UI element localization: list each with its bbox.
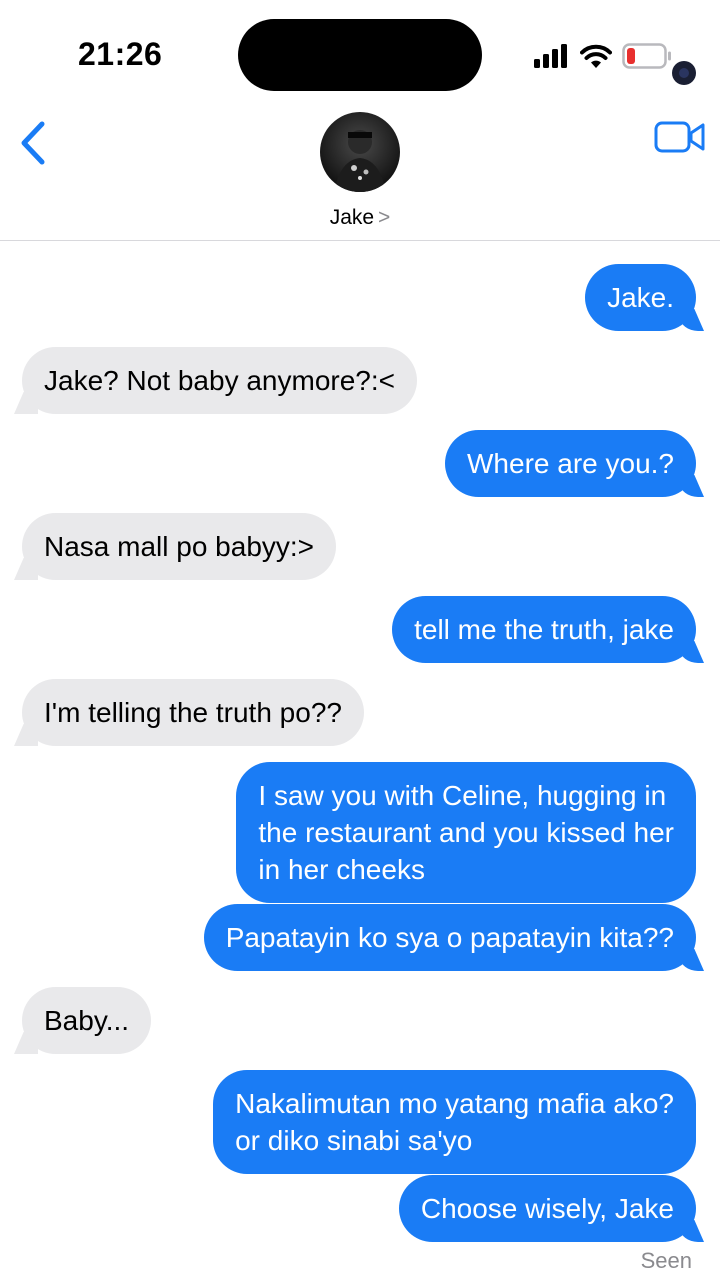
back-chevron-icon[interactable]	[14, 118, 54, 168]
message-bubble: Jake.	[585, 264, 696, 331]
video-camera-icon[interactable]	[654, 120, 706, 154]
contact-name-label: Jake	[329, 206, 375, 229]
message-bubble: Papatayin ko sya o papatayin kita??	[203, 904, 696, 971]
status-icons	[534, 40, 672, 72]
message-received[interactable]: Nasa mall po babyy:>	[22, 513, 337, 580]
battery-icon	[622, 43, 671, 69]
message-bubble: I saw you with Celine, hugging in the re…	[236, 762, 696, 903]
signal-icon	[534, 44, 567, 68]
message-sent[interactable]: Jake.	[585, 264, 696, 331]
message-bubble: Choose wisely, Jake	[398, 1175, 696, 1242]
message-sent[interactable]: Papatayin ko sya o papatayin kita??	[203, 904, 696, 971]
status-time: 21:26	[78, 36, 163, 72]
message-sent[interactable]: Choose wisely, Jake	[398, 1175, 696, 1242]
message-line: Nakalimutan mo yatang mafia ako?	[235, 1088, 674, 1119]
message-line: I saw you with Celine, hugging in	[258, 780, 667, 811]
message-bubble: tell me the truth, jake	[392, 596, 696, 663]
read-receipt: Seen	[640, 1248, 692, 1273]
avatar[interactable]	[320, 112, 400, 192]
message-sent[interactable]: I saw you with Celine, hugging in the re…	[236, 762, 696, 903]
message-bubble: Nasa mall po babyy:>	[22, 513, 337, 580]
front-camera-icon	[672, 61, 696, 85]
message-received[interactable]: Jake? Not baby anymore?:<	[22, 347, 417, 414]
message-line: or diko sinabi sa'yo	[235, 1125, 473, 1156]
message-bubble: Where are you.?	[445, 430, 696, 497]
message-line: in her cheeks	[258, 854, 425, 885]
message-sent[interactable]: Nakalimutan mo yatang mafia ako? or diko…	[213, 1070, 696, 1174]
chevron-right-icon: >	[378, 206, 391, 229]
contact-name[interactable]: Jake >	[0, 206, 720, 230]
message-sent[interactable]: Where are you.?	[445, 430, 696, 497]
conversation-header: Jake >	[0, 110, 720, 241]
status-bar: 21:26	[0, 0, 720, 110]
message-bubble: Nakalimutan mo yatang mafia ako? or diko…	[213, 1070, 696, 1174]
wifi-icon	[580, 44, 612, 68]
dynamic-island	[238, 19, 696, 91]
message-received[interactable]: Baby...	[22, 987, 152, 1054]
message-received[interactable]: I'm telling the truth po??	[22, 679, 364, 746]
message-sent[interactable]: tell me the truth, jake	[392, 596, 696, 663]
message-bubble: Jake? Not baby anymore?:<	[22, 347, 417, 414]
message-line: the restaurant and you kissed her	[258, 817, 674, 848]
message-bubble: Baby...	[22, 987, 152, 1054]
message-bubble: I'm telling the truth po??	[22, 679, 364, 746]
